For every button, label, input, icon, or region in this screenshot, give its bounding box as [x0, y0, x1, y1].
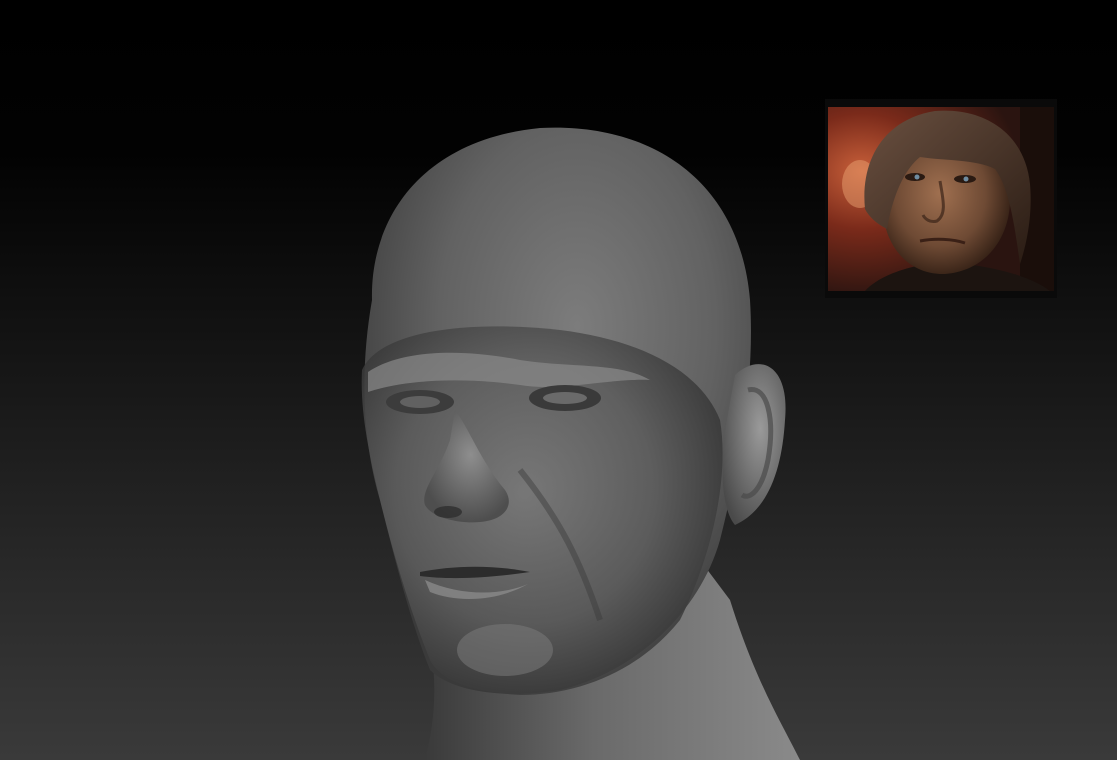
reference-image-thumbnail[interactable] [825, 99, 1057, 298]
3d-viewport-canvas[interactable] [0, 0, 1117, 760]
reference-portrait-photo [828, 107, 1054, 291]
